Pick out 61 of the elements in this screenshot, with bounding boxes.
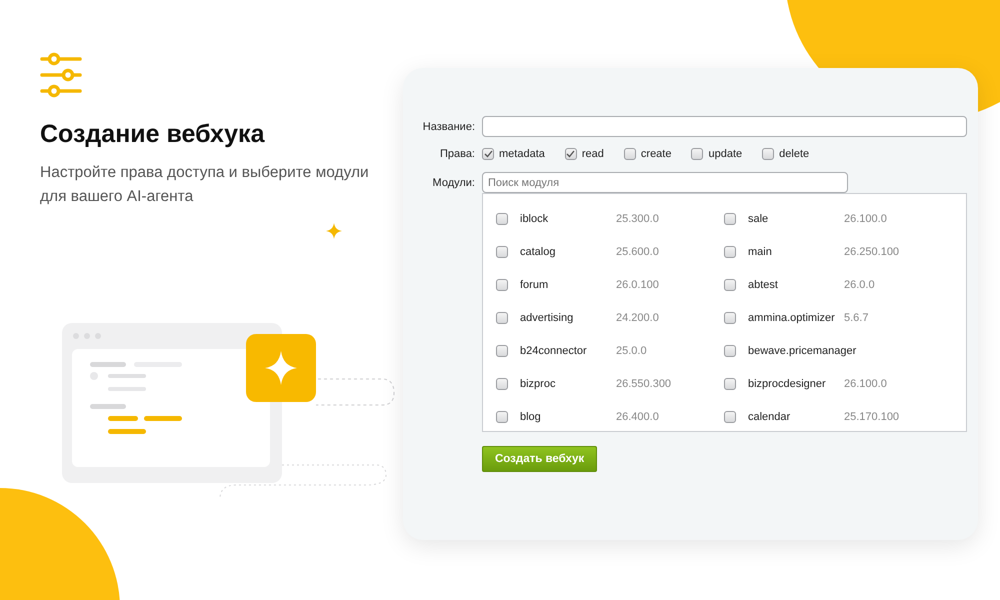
module-name: advertising [520,312,574,324]
checkbox-label: create [640,148,672,160]
checkbox-label: read [582,148,604,160]
checkbox[interactable] [496,246,508,258]
module-name: ammina.optimizer [748,312,836,324]
checkbox-label: update [708,148,742,160]
checkbox[interactable] [496,278,508,290]
checkbox[interactable] [724,344,736,356]
module-version: 26.400.0 [616,410,659,422]
module-name: bewave.pricemanager [748,344,856,356]
sparkle-icon [326,223,342,239]
module-version: 26.550.300 [616,378,672,390]
create-webhook-button[interactable]: Создать вебхук [482,446,598,472]
module-version: 24.200.0 [616,312,659,324]
module-name: catalog [520,246,556,258]
checkbox[interactable] [724,278,736,290]
module-version: 26.250.100 [844,246,900,258]
module-name: abtest [748,278,779,290]
checkbox[interactable] [624,148,636,160]
checkbox[interactable] [724,378,736,390]
module-version: 5.6.7 [844,312,868,324]
checkbox[interactable] [496,344,508,356]
checkbox[interactable] [496,410,508,422]
field-label: Права: [440,148,475,160]
module-name: bizprocdesigner [748,378,827,390]
module-version: 25.0.0 [616,344,647,356]
module-version: 25.170.100 [844,410,900,422]
field-label: Модули: [432,176,475,188]
checkbox[interactable] [724,312,736,324]
module-name: b24connector [520,344,588,356]
checkbox[interactable] [691,148,704,160]
module-version: 25.300.0 [616,212,659,224]
name-field[interactable] [482,116,967,137]
module-name: bizproc [520,378,556,390]
checkbox-label: delete [779,148,810,160]
page-subtitle: Настройте права доступа и выберите модули для вашего AI-агента [40,163,370,207]
module-version: 26.100.0 [844,378,887,390]
module-version: 26.0.0 [844,278,875,290]
checkbox[interactable] [762,148,774,160]
sliders-icon [40,52,82,98]
checkbox[interactable] [724,246,736,258]
checkbox[interactable] [724,212,736,224]
checkbox[interactable] [496,312,508,324]
checkbox[interactable] [564,148,577,160]
module-version: 25.600.0 [616,246,659,258]
page-title: Создание вебхука [40,120,264,149]
module-version: 26.100.0 [844,212,887,224]
module-name: forum [520,278,550,290]
module-name: calendar [748,410,792,422]
module-name: blog [520,410,542,422]
field-label: Название: [422,120,475,132]
module-version: 26.0.100 [616,278,659,290]
checkbox[interactable] [496,378,508,390]
module-name: sale [748,212,770,224]
search-field[interactable]: Поиск модуля [482,172,848,193]
module-name: main [748,246,773,258]
checkbox[interactable] [724,410,736,422]
checkbox[interactable] [482,148,494,160]
module-name: iblock [520,212,550,224]
checkbox-label: metadata [499,148,545,160]
checkbox[interactable] [496,212,508,224]
